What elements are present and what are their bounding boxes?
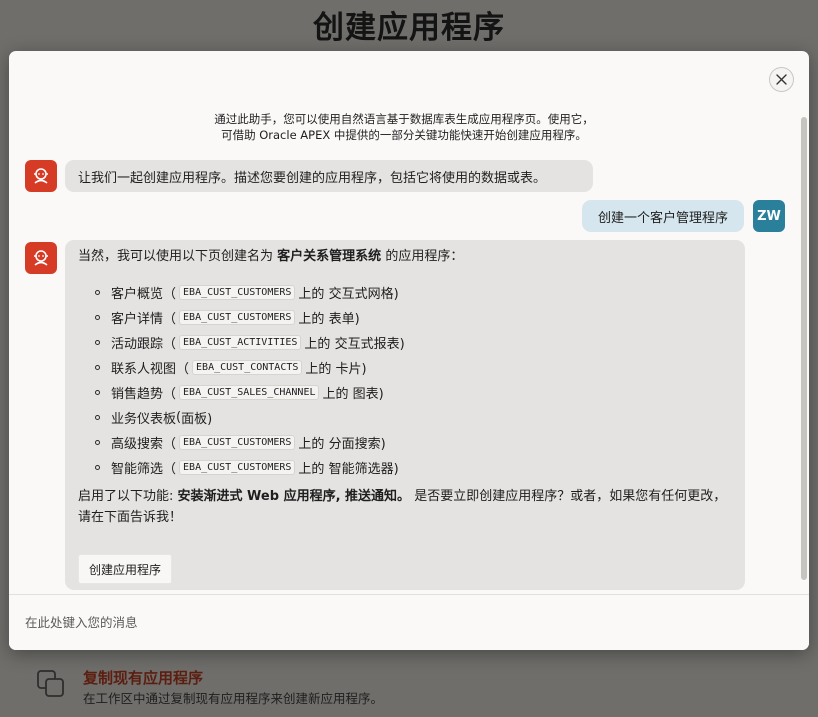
- assistant-message: 让我们一起创建应用程序。描述您要创建的应用程序，包括它将使用的数据或表。: [65, 160, 593, 192]
- page-name: 智能筛选: [111, 462, 164, 477]
- list-item: 智能筛选（EBA_CUST_CUSTOMERS 上的 智能筛选器): [95, 455, 405, 480]
- intro-line-1: 通过此助手，您可以使用自然语言基于数据库表生成应用程序页。使用它，: [214, 112, 594, 126]
- on-label: 上的: [298, 312, 325, 327]
- paren-open: （: [163, 287, 177, 302]
- create-app-button[interactable]: 创建应用程序: [78, 554, 172, 584]
- bullet-icon: [95, 390, 100, 395]
- message-text: 让我们一起创建应用程序。描述您要创建的应用程序，包括它将使用的数据或表。: [78, 170, 547, 186]
- page-name: 高级搜索: [111, 437, 164, 452]
- table-name: EBA_CUST_CUSTOMERS: [179, 285, 296, 300]
- paren-open: （: [163, 437, 177, 452]
- list-item: 客户概览（EBA_CUST_CUSTOMERS 上的 交互式网格): [95, 280, 405, 305]
- message-input[interactable]: [9, 595, 809, 650]
- bullet-icon: [95, 290, 100, 295]
- on-label: 上的: [304, 337, 331, 352]
- table-name: EBA_CUST_CUSTOMERS: [179, 435, 296, 450]
- table-name: EBA_CUST_CUSTOMERS: [179, 460, 296, 475]
- on-label: 上的: [298, 437, 325, 452]
- page-title: 创建应用程序: [313, 10, 505, 46]
- page-name: 销售趋势: [111, 387, 164, 402]
- page-name: 活动跟踪: [111, 337, 164, 352]
- list-item: 高级搜索（EBA_CUST_CUSTOMERS 上的 分面搜索): [95, 430, 405, 455]
- paren-open: （: [163, 462, 177, 477]
- table-name: EBA_CUST_ACTIVITIES: [179, 335, 302, 350]
- page-name: 业务仪表板: [111, 412, 177, 427]
- bullet-icon: [95, 415, 100, 420]
- paren-open: （: [163, 312, 177, 327]
- app-proposal-intro: 当然，我可以使用以下页创建名为 客户关系管理系统 的应用程序：: [78, 249, 464, 264]
- user-message: 创建一个客户管理程序: [582, 200, 744, 232]
- page-type: 智能筛选器): [328, 462, 399, 477]
- list-item: 客户详情（EBA_CUST_CUSTOMERS 上的 表单): [95, 305, 405, 330]
- copy-app-description: 在工作区中通过复制现有应用程序来创建新应用程序。: [83, 691, 384, 706]
- enabled-features: 安装渐进式 Web 应用程序, 推送通知。: [177, 489, 411, 504]
- page-name: 联系人视图: [111, 362, 177, 377]
- page-type: 卡片): [335, 362, 367, 377]
- on-label: 上的: [298, 287, 325, 302]
- page-type: 表单): [328, 312, 360, 327]
- close-icon: [776, 74, 787, 85]
- bullet-icon: [95, 440, 100, 445]
- page-type: 交互式报表): [334, 337, 405, 352]
- on-label: 上的: [322, 387, 349, 402]
- table-name: EBA_CUST_CUSTOMERS: [179, 310, 296, 325]
- user-avatar: ZW: [753, 200, 785, 232]
- assistant-avatar: [25, 242, 57, 274]
- scrollbar[interactable]: [801, 117, 807, 580]
- list-item: 销售趋势（EBA_CUST_SALES_CHANNEL 上的 图表): [95, 380, 405, 405]
- copy-icon: [37, 670, 64, 697]
- list-item: 业务仪表板(面板): [95, 405, 405, 430]
- message-text: 创建一个客户管理程序: [597, 210, 728, 226]
- assistant-message: 当然，我可以使用以下页创建名为 客户关系管理系统 的应用程序： 客户概览（EBA…: [65, 240, 745, 590]
- bullet-icon: [95, 365, 100, 370]
- copy-app-title[interactable]: 复制现有应用程序: [83, 667, 203, 688]
- table-name: EBA_CUST_CONTACTS: [192, 360, 303, 375]
- assistant-icon: [34, 168, 48, 184]
- on-label: 上的: [305, 362, 332, 377]
- proposed-pages-list: 客户概览（EBA_CUST_CUSTOMERS 上的 交互式网格) 客户详情（EBA…: [95, 280, 405, 480]
- page-name: 客户详情: [111, 312, 164, 327]
- paren-open: （: [176, 362, 190, 377]
- paren-open: （: [163, 337, 177, 352]
- page-type: 面板): [181, 412, 213, 427]
- intro-line-2: 可借助 Oracle APEX 中提供的一部分关键功能快速开始创建应用程序。: [221, 128, 587, 142]
- app-proposal-outro: 启用了以下功能: 安装渐进式 Web 应用程序, 推送通知。 是否要立即创建应用…: [78, 489, 727, 525]
- list-item: 活动跟踪（EBA_CUST_ACTIVITIES 上的 交互式报表): [95, 330, 405, 355]
- page-type: 分面搜索): [328, 437, 386, 452]
- on-label: 上的: [298, 462, 325, 477]
- list-item: 联系人视图（EBA_CUST_CONTACTS 上的 卡片): [95, 355, 405, 380]
- page-type: 交互式网格): [328, 287, 399, 302]
- page-name: 客户概览: [111, 287, 164, 302]
- assistant-avatar: [25, 160, 57, 192]
- bullet-icon: [95, 315, 100, 320]
- bullet-icon: [95, 340, 100, 345]
- table-name: EBA_CUST_SALES_CHANNEL: [179, 385, 320, 400]
- bullet-icon: [95, 465, 100, 470]
- close-button[interactable]: [769, 67, 794, 92]
- assistant-icon: [34, 250, 48, 266]
- paren-open: （: [163, 387, 177, 402]
- assistant-intro: 通过此助手，您可以使用自然语言基于数据库表生成应用程序页。使用它， 可借助 Or…: [9, 111, 799, 143]
- create-app-assistant-dialog: 通过此助手，您可以使用自然语言基于数据库表生成应用程序页。使用它， 可借助 Or…: [9, 51, 809, 650]
- page-type: 图表): [352, 387, 384, 402]
- app-name: 客户关系管理系统: [277, 249, 382, 264]
